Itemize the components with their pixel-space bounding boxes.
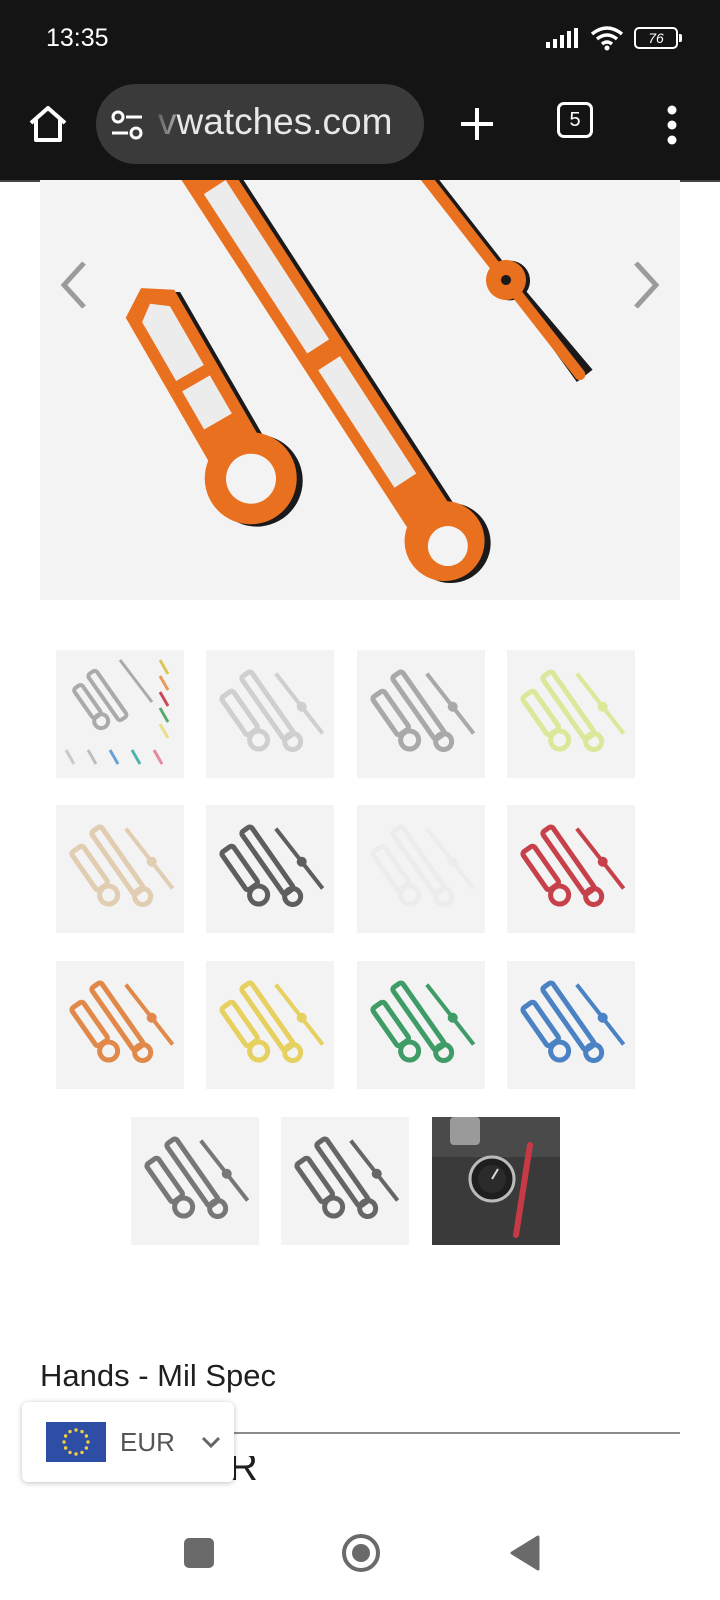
thumbnail-steel-grey[interactable] bbox=[357, 650, 485, 778]
product-title: Hands - Mil Spec bbox=[40, 1358, 277, 1393]
currency-label: EUR bbox=[120, 1427, 175, 1457]
thumbnail-orange[interactable] bbox=[56, 961, 184, 1089]
currency-selector[interactable]: EUR bbox=[22, 1402, 234, 1482]
recents-icon[interactable] bbox=[184, 1538, 214, 1568]
site-settings-icon[interactable] bbox=[110, 109, 144, 141]
thumbnail-red[interactable] bbox=[507, 805, 635, 933]
eu-flag-icon bbox=[46, 1422, 106, 1462]
address-bar[interactable]: vwatches.com bbox=[96, 84, 424, 164]
watch-hands-image bbox=[125, 180, 593, 583]
thumbnail-blue[interactable] bbox=[507, 961, 635, 1089]
home-circle-icon[interactable] bbox=[340, 1532, 382, 1574]
system-nav-bar bbox=[0, 1520, 720, 1600]
url-text: vwatches.com bbox=[158, 101, 392, 143]
tabs-icon[interactable]: 5 bbox=[557, 102, 593, 138]
thumbnail-green[interactable] bbox=[357, 961, 485, 1089]
home-icon[interactable] bbox=[26, 102, 70, 146]
browser-toolbar: vwatches.com 5 bbox=[0, 78, 720, 182]
thumbnail-lifestyle-photo[interactable] bbox=[432, 1117, 560, 1245]
signal-icon bbox=[546, 28, 578, 48]
chevron-down-icon bbox=[201, 1436, 221, 1449]
chevron-left-icon[interactable] bbox=[52, 255, 100, 315]
thumbnail-champagne[interactable] bbox=[56, 805, 184, 933]
thumbnail-multi-color-set[interactable] bbox=[56, 650, 184, 778]
thumbnail-dark-grey[interactable] bbox=[206, 805, 334, 933]
thumbnail-silver[interactable] bbox=[206, 650, 334, 778]
thumbnail-yellow[interactable] bbox=[206, 961, 334, 1089]
wifi-icon bbox=[590, 26, 624, 51]
battery-indicator: 76 bbox=[634, 27, 682, 49]
url-domain: watches.com bbox=[176, 101, 393, 142]
chevron-right-icon[interactable] bbox=[620, 255, 668, 315]
product-main-image[interactable] bbox=[40, 180, 680, 600]
status-time: 13:35 bbox=[46, 24, 109, 52]
status-bar: 13:35 76 bbox=[0, 0, 720, 78]
url-fade bbox=[148, 84, 172, 164]
thumbnail-lime[interactable] bbox=[507, 650, 635, 778]
thumbnail-black-white[interactable] bbox=[131, 1117, 259, 1245]
thumbnail-white[interactable] bbox=[357, 805, 485, 933]
back-icon[interactable] bbox=[508, 1534, 542, 1572]
plus-icon[interactable] bbox=[455, 102, 499, 146]
status-icons: 76 bbox=[546, 25, 682, 51]
more-vert-icon[interactable] bbox=[652, 100, 692, 150]
thumbnail-gunmetal[interactable] bbox=[281, 1117, 409, 1245]
